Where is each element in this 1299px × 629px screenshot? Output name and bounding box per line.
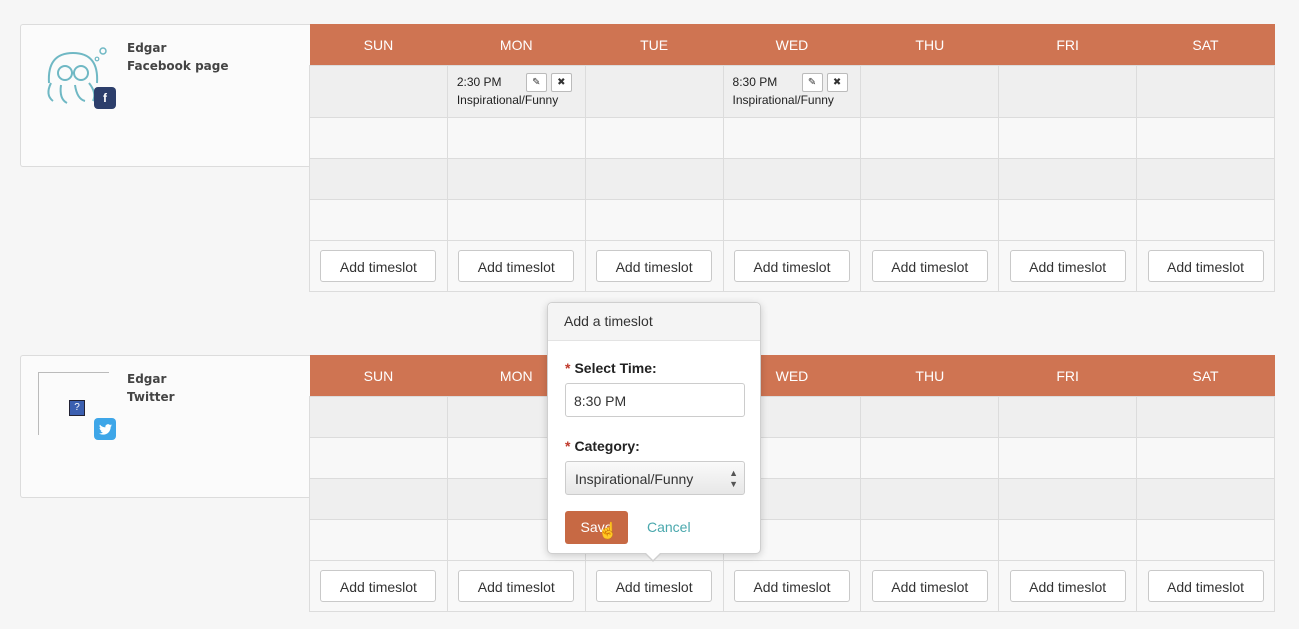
save-button[interactable]: Save <box>565 511 628 544</box>
day-header: SAT <box>1136 24 1275 66</box>
broken-image-icon: ? <box>69 400 85 416</box>
timeslot-category: Inspirational/Funny <box>732 93 834 107</box>
add-timeslot-button[interactable]: Add timeslot <box>458 570 575 602</box>
edit-pencil-icon[interactable]: ✎ <box>525 73 547 92</box>
add-timeslot-button[interactable]: Add timeslot <box>1009 250 1126 282</box>
edit-pencil-icon[interactable]: ✎ <box>801 73 823 92</box>
slot-cell <box>998 65 1138 118</box>
account-card-twitter: ? Edgar Twitter <box>20 355 310 498</box>
day-header: TUE <box>585 24 724 66</box>
popover-caret <box>644 552 662 562</box>
add-timeslot-button[interactable]: Add timeslot <box>1147 570 1264 602</box>
slot-cell <box>860 65 1000 118</box>
required-mark: * <box>565 438 571 454</box>
delete-x-icon[interactable]: ✖ <box>826 73 848 92</box>
schedule-grid-twitter: SUN MON TUE WED THU FRI SAT Add timeslot… <box>309 355 1275 612</box>
add-timeslot-button[interactable]: Add timeslot <box>733 250 850 282</box>
slot-cell <box>1136 65 1275 118</box>
day-header: WED <box>723 24 861 66</box>
slot-cell <box>309 65 448 118</box>
hand-cursor-icon: ☝ <box>598 523 618 540</box>
select-time-label: * Select Time: <box>565 360 657 376</box>
add-timeslot-button[interactable]: Add timeslot <box>871 250 988 282</box>
day-header: MON <box>447 24 586 66</box>
day-header: THU <box>860 24 999 66</box>
add-timeslot-popover: Add a timeslot * Select Time: 8:30 PM * Ca… <box>547 302 761 562</box>
day-header: FRI <box>998 355 1137 397</box>
slot-cell: 2:30 PM Inspirational/Funny ✎ ✖ <box>446 65 586 118</box>
add-timeslot-button[interactable]: Add timeslot <box>320 250 437 282</box>
day-header: THU <box>860 355 999 397</box>
add-timeslot-button[interactable]: Add timeslot <box>320 570 437 602</box>
add-timeslot-button[interactable]: Add timeslot <box>733 570 850 602</box>
category-select[interactable]: Inspirational/Funny ▲ ▼ <box>565 461 745 495</box>
slot-cell <box>584 65 724 118</box>
add-timeslot-button[interactable]: Add timeslot <box>1009 570 1126 602</box>
twitter-icon <box>94 418 116 440</box>
time-input[interactable]: 8:30 PM <box>565 383 745 417</box>
add-timeslot-button[interactable]: Add timeslot <box>596 570 713 602</box>
day-header: FRI <box>998 24 1137 66</box>
delete-x-icon[interactable]: ✖ <box>550 73 572 92</box>
account-name: Edgar Twitter <box>127 372 175 404</box>
required-mark: * <box>565 360 571 376</box>
popover-title: Add a timeslot <box>548 303 760 341</box>
account-card-facebook: f Edgar Facebook page <box>20 24 310 167</box>
day-header: SAT <box>1136 355 1275 397</box>
day-header: SUN <box>309 24 448 66</box>
schedule-grid-facebook: SUN MON TUE WED THU FRI SAT 2:30 PM Insp… <box>309 24 1275 292</box>
slot-cell: 8:30 PM Inspirational/Funny ✎ ✖ <box>722 65 862 118</box>
facebook-icon: f <box>94 87 116 109</box>
category-label: * Category: <box>565 438 640 454</box>
cancel-link[interactable]: Cancel <box>647 519 691 535</box>
select-arrows-icon: ▲ ▼ <box>729 468 738 489</box>
day-header: SUN <box>309 355 448 397</box>
account-name: Edgar Facebook page <box>127 41 229 73</box>
add-timeslot-button[interactable]: Add timeslot <box>458 250 575 282</box>
add-timeslot-button[interactable]: Add timeslot <box>1147 250 1264 282</box>
timeslot-category: Inspirational/Funny <box>456 93 559 107</box>
add-timeslot-button[interactable]: Add timeslot <box>596 250 713 282</box>
add-timeslot-button[interactable]: Add timeslot <box>871 570 988 602</box>
